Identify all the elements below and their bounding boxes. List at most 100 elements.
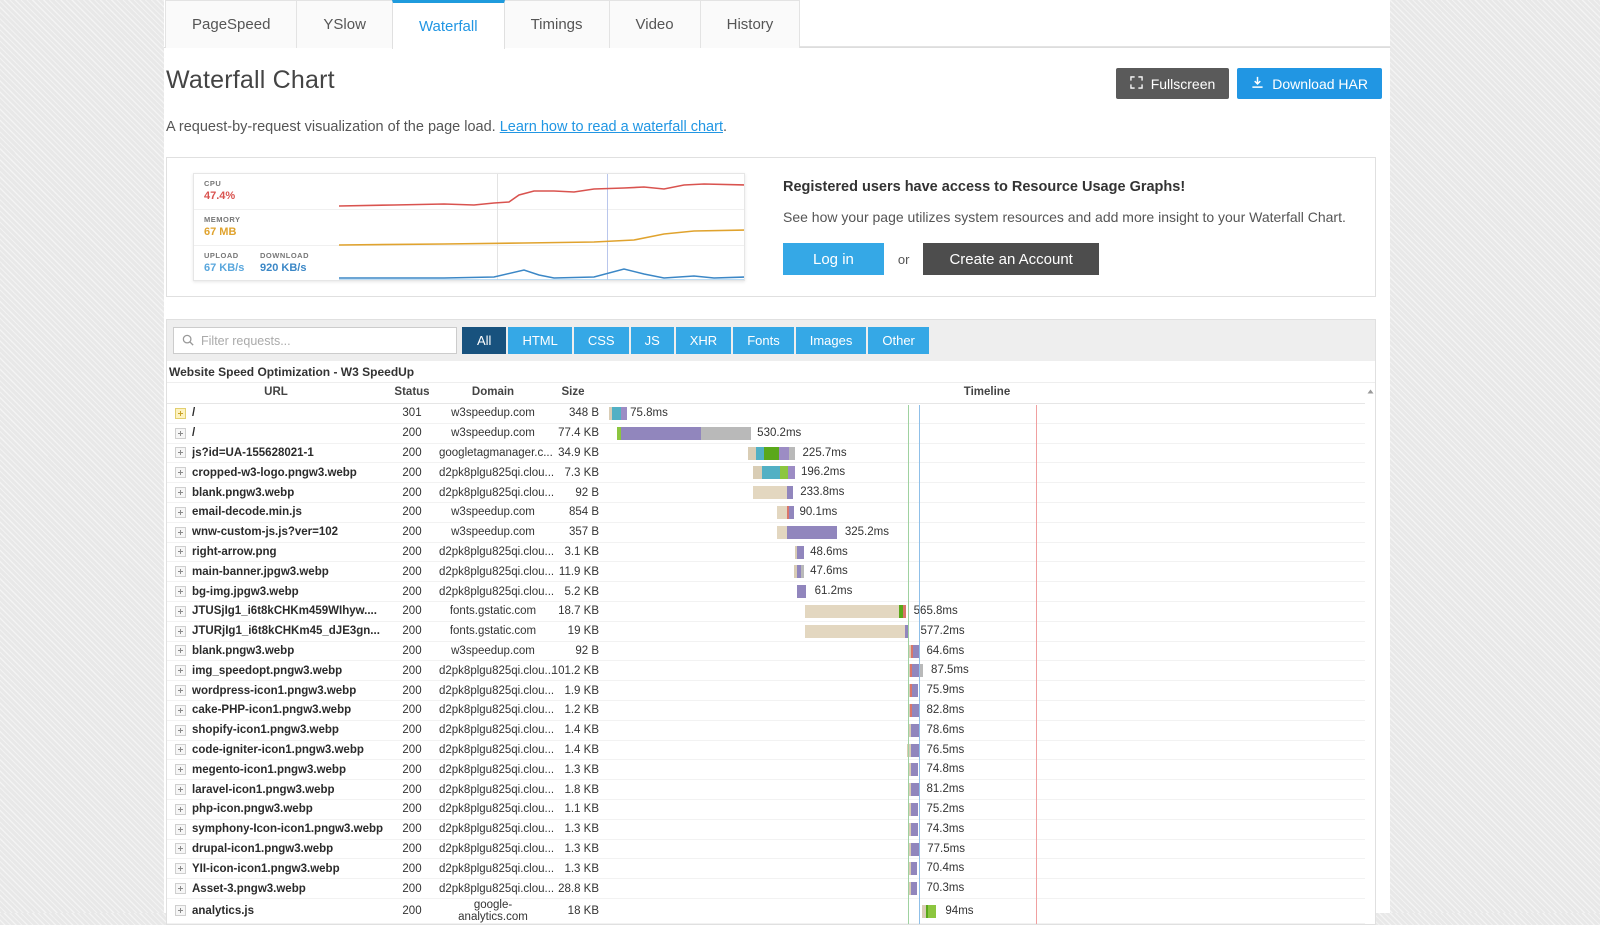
cell-status: 200 xyxy=(385,839,439,859)
table-row[interactable]: wordpress-icon1.pngw3.webp200d2pk8plgu82… xyxy=(167,681,1365,701)
filter-all-button[interactable]: All xyxy=(462,327,506,354)
timeline-duration-label: 61.2ms xyxy=(815,585,853,598)
filter-xhr-button[interactable]: XHR xyxy=(676,327,731,354)
expand-icon[interactable] xyxy=(175,685,186,696)
tab-waterfall[interactable]: Waterfall xyxy=(392,0,505,49)
filter-images-button[interactable]: Images xyxy=(796,327,867,354)
table-row[interactable]: main-banner.jpgw3.webp200d2pk8plgu825qi.… xyxy=(167,562,1365,582)
expand-icon[interactable] xyxy=(175,744,186,755)
table-row[interactable]: shopify-icon1.pngw3.webp200d2pk8plgu825q… xyxy=(167,720,1365,740)
url-text: wordpress-icon1.pngw3.webp xyxy=(192,685,356,697)
timeline-track: 75.8ms xyxy=(609,404,1365,423)
cell-domain: d2pk8plgu825qi.clou... xyxy=(439,582,547,602)
table-row[interactable]: js?id=UA-155628021-1200googletagmanager.… xyxy=(167,443,1365,463)
table-row[interactable]: php-icon.pngw3.webp200d2pk8plgu825qi.clo… xyxy=(167,799,1365,819)
tab-timings[interactable]: Timings xyxy=(504,0,610,48)
table-wrapper: URL Status Domain Size Timeline /301w3sp… xyxy=(167,383,1375,924)
download-har-button[interactable]: Download HAR xyxy=(1237,68,1382,99)
tab-yslow[interactable]: YSlow xyxy=(296,0,393,48)
expand-icon[interactable] xyxy=(175,507,186,518)
expand-icon[interactable] xyxy=(175,804,186,815)
cell-status: 200 xyxy=(385,681,439,701)
table-row[interactable]: /200w3speedup.com77.4 KB530.2ms xyxy=(167,423,1365,443)
expand-icon[interactable] xyxy=(175,487,186,498)
expand-icon[interactable] xyxy=(175,408,186,419)
expand-icon[interactable] xyxy=(175,586,186,597)
expand-icon[interactable] xyxy=(175,606,186,617)
scroll-up-arrow[interactable] xyxy=(1366,383,1375,392)
expand-icon[interactable] xyxy=(175,428,186,439)
table-row[interactable]: blank.pngw3.webp200d2pk8plgu825qi.clou..… xyxy=(167,483,1365,503)
fullscreen-button[interactable]: Fullscreen xyxy=(1116,68,1230,99)
table-row[interactable]: analytics.js200google-analytics.com18 KB… xyxy=(167,898,1365,923)
table-row[interactable]: email-decode.min.js200w3speedup.com854 B… xyxy=(167,502,1365,522)
expand-icon[interactable] xyxy=(175,843,186,854)
promo-heading: Registered users have access to Resource… xyxy=(783,179,1375,195)
table-row[interactable]: cake-PHP-icon1.pngw3.webp200d2pk8plgu825… xyxy=(167,700,1365,720)
table-scrollbar[interactable] xyxy=(1366,383,1375,924)
expand-icon[interactable] xyxy=(175,725,186,736)
expand-icon[interactable] xyxy=(175,905,186,916)
expand-icon[interactable] xyxy=(175,824,186,835)
table-row[interactable]: JTUSjIg1_i6t8kCHKm459WIhyw....200fonts.g… xyxy=(167,601,1365,621)
expand-icon[interactable] xyxy=(175,705,186,716)
expand-icon[interactable] xyxy=(175,645,186,656)
expand-icon[interactable] xyxy=(175,665,186,676)
waterfall-help-link[interactable]: Learn how to read a waterfall chart xyxy=(500,119,723,135)
timeline-segment xyxy=(789,506,794,519)
filter-js-button[interactable]: JS xyxy=(631,327,674,354)
table-row[interactable]: Asset-3.pngw3.webp200d2pk8plgu825qi.clou… xyxy=(167,879,1365,899)
timeline-track: 530.2ms xyxy=(609,424,1365,443)
expand-icon[interactable] xyxy=(175,883,186,894)
tab-video[interactable]: Video xyxy=(609,0,701,48)
table-row[interactable]: megento-icon1.pngw3.webp200d2pk8plgu825q… xyxy=(167,760,1365,780)
table-row[interactable]: right-arrow.png200d2pk8plgu825qi.clou...… xyxy=(167,542,1365,562)
expand-icon[interactable] xyxy=(175,447,186,458)
search-input[interactable] xyxy=(173,327,457,354)
login-button[interactable]: Log in xyxy=(783,243,884,275)
create-account-button[interactable]: Create an Account xyxy=(923,243,1098,275)
cell-url: code-igniter-icon1.pngw3.webp xyxy=(167,740,385,760)
table-row[interactable]: YII-icon-icon1.pngw3.webp200d2pk8plgu825… xyxy=(167,859,1365,879)
table-row[interactable]: /301w3speedup.com348 B75.8ms xyxy=(167,404,1365,424)
timeline-duration-label: 82.8ms xyxy=(927,704,965,717)
table-row[interactable]: bg-img.jpgw3.webp200d2pk8plgu825qi.clou.… xyxy=(167,582,1365,602)
timeline-segment xyxy=(911,803,918,816)
table-row[interactable]: blank.pngw3.webp200w3speedup.com92 B64.6… xyxy=(167,641,1365,661)
expand-icon[interactable] xyxy=(175,527,186,538)
filter-html-button[interactable]: HTML xyxy=(508,327,571,354)
timeline-duration-label: 75.2ms xyxy=(927,803,965,816)
expand-icon[interactable] xyxy=(175,467,186,478)
timeline-duration-label: 90.1ms xyxy=(800,506,838,519)
expand-icon[interactable] xyxy=(175,764,186,775)
expand-icon[interactable] xyxy=(175,784,186,795)
cell-url: bg-img.jpgw3.webp xyxy=(167,582,385,602)
cell-status: 200 xyxy=(385,819,439,839)
timeline-segment xyxy=(911,862,918,875)
timeline-segment xyxy=(912,704,920,717)
table-row[interactable]: wnw-custom-js.js?ver=102200w3speedup.com… xyxy=(167,522,1365,542)
table-row[interactable]: JTURjIg1_i6t8kCHKm45_dJE3gn...200fonts.g… xyxy=(167,621,1365,641)
table-row[interactable]: laravel-icon1.pngw3.webp200d2pk8plgu825q… xyxy=(167,780,1365,800)
table-row[interactable]: img_speedopt.pngw3.webp200d2pk8plgu825qi… xyxy=(167,661,1365,681)
table-row[interactable]: cropped-w3-logo.pngw3.webp200d2pk8plgu82… xyxy=(167,463,1365,483)
table-row[interactable]: drupal-icon1.pngw3.webp200d2pk8plgu825qi… xyxy=(167,839,1365,859)
expand-icon[interactable] xyxy=(175,566,186,577)
filter-other-button[interactable]: Other xyxy=(868,327,929,354)
resource-usage-lines xyxy=(194,174,745,281)
filter-css-button[interactable]: CSS xyxy=(574,327,629,354)
url-text: / xyxy=(192,427,195,439)
or-label: or xyxy=(898,252,910,267)
timeline-track: 565.8ms xyxy=(609,602,1365,621)
expand-icon[interactable] xyxy=(175,863,186,874)
filter-fonts-button[interactable]: Fonts xyxy=(733,327,794,354)
cell-timeline: 70.4ms xyxy=(609,859,1365,879)
col-size: Size xyxy=(547,383,609,404)
table-row[interactable]: code-igniter-icon1.pngw3.webp200d2pk8plg… xyxy=(167,740,1365,760)
promo-body: See how your page utilizes system resour… xyxy=(783,209,1375,225)
expand-icon[interactable] xyxy=(175,546,186,557)
tab-pagespeed[interactable]: PageSpeed xyxy=(165,0,297,48)
expand-icon[interactable] xyxy=(175,626,186,637)
table-row[interactable]: symphony-Icon-icon1.pngw3.webp200d2pk8pl… xyxy=(167,819,1365,839)
tab-history[interactable]: History xyxy=(700,0,801,48)
